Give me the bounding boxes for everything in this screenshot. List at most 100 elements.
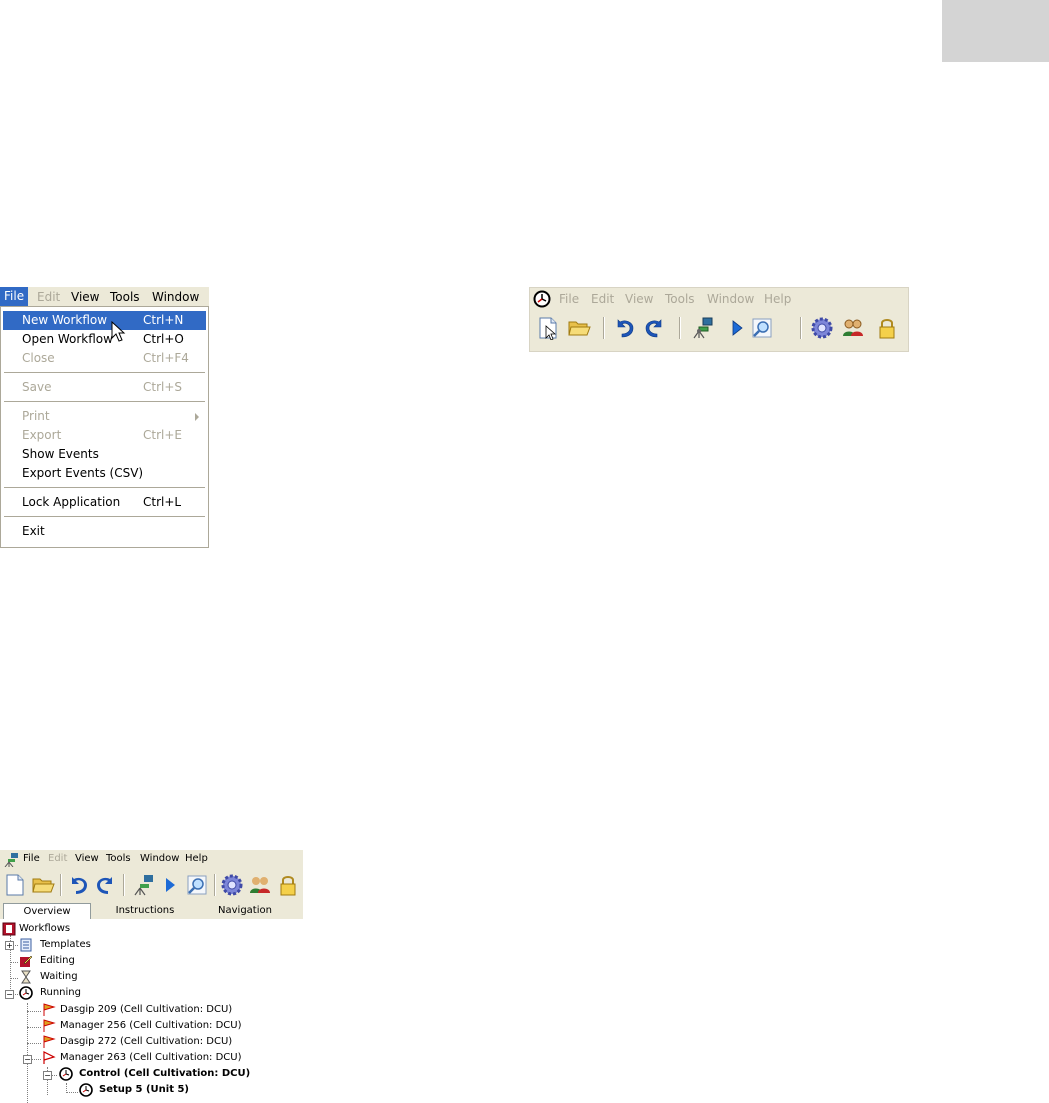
tree-expander-minus[interactable]: − (43, 1071, 52, 1080)
editing-pencil-icon (20, 955, 33, 967)
toolbar-separator (123, 874, 125, 896)
new-document-icon[interactable] (3, 873, 27, 897)
menu-item-new-workflow[interactable]: New Workflow Ctrl+N (3, 311, 206, 330)
workflow-tree: Workflows + Templates Editing Waiting − … (0, 921, 303, 1103)
tab-overview[interactable]: Overview (3, 903, 91, 919)
workflow-running-flag-icon (43, 1051, 56, 1064)
toolbar-panel-screenshot: File Edit View Tools Window Help (529, 287, 909, 352)
tree-guide (27, 1043, 41, 1044)
gear-icon[interactable] (220, 873, 244, 897)
users-icon[interactable] (248, 873, 272, 897)
play-icon[interactable] (158, 873, 182, 897)
tree-item-running[interactable]: Running (40, 985, 81, 1001)
lock-icon[interactable] (276, 873, 300, 897)
view-tabs: Overview Instructions Navigation (0, 902, 303, 919)
gear-icon[interactable] (810, 316, 834, 340)
menubar: File Edit View Tools Window Help (530, 288, 908, 310)
menu-file[interactable]: File (0, 287, 29, 306)
running-clock-icon (19, 986, 33, 1000)
menu-help[interactable]: Help (185, 853, 208, 864)
new-document-icon[interactable] (536, 316, 560, 340)
menubar: File Edit View Tools Window (0, 287, 209, 306)
toolbar-separator (60, 874, 62, 896)
app-network-icon (4, 853, 18, 867)
undo-icon[interactable] (66, 873, 90, 897)
menu-item-open-workflow[interactable]: Open Workflow Ctrl+O (3, 330, 206, 349)
tree-item-setup-5[interactable]: Setup 5 (Unit 5) (99, 1082, 189, 1098)
workflows-book-icon (2, 922, 16, 936)
open-folder-icon[interactable] (567, 316, 591, 340)
menu-separator (4, 372, 205, 373)
menu-tools[interactable]: Tools (106, 853, 131, 864)
tree-item-manager-263[interactable]: Manager 263 (Cell Cultivation: DCU) (60, 1050, 242, 1066)
network-monitor-icon[interactable] (690, 316, 714, 340)
menu-item-print[interactable]: Print (3, 407, 206, 426)
menu-separator (4, 516, 205, 517)
menu-item-save[interactable]: Save Ctrl+S (3, 378, 206, 397)
workflow-flag-icon (43, 1019, 56, 1032)
tree-guide (66, 1092, 78, 1093)
menu-file[interactable]: File (559, 292, 579, 306)
toolbar-separator (603, 317, 605, 339)
tree-item-dasgip-272[interactable]: Dasgip 272 (Cell Cultivation: DCU) (60, 1034, 232, 1050)
lock-icon[interactable] (875, 316, 899, 340)
menu-separator (4, 487, 205, 488)
tree-expander-minus[interactable]: − (23, 1055, 32, 1064)
menu-window[interactable]: Window (152, 290, 199, 304)
menu-file[interactable]: File (23, 853, 40, 864)
menu-tools[interactable]: Tools (110, 290, 140, 304)
workflow-flag-icon (43, 1035, 56, 1048)
menu-separator (4, 401, 205, 402)
open-folder-icon[interactable] (31, 873, 55, 897)
menu-item-export-events-csv[interactable]: Export Events (CSV) (3, 464, 206, 483)
menu-item-close[interactable]: Close Ctrl+F4 (3, 349, 206, 368)
toolbar-separator (800, 317, 802, 339)
file-dropdown: New Workflow Ctrl+N Open Workflow Ctrl+O… (0, 306, 209, 548)
running-clock-icon (79, 1083, 93, 1097)
menu-help[interactable]: Help (764, 292, 791, 306)
tree-guide (10, 962, 18, 963)
tree-guide (27, 1003, 28, 1103)
tab-navigation[interactable]: Navigation (205, 903, 285, 918)
inspect-magnifier-icon[interactable] (185, 873, 209, 897)
menu-view[interactable]: View (71, 290, 99, 304)
tree-item-waiting[interactable]: Waiting (40, 969, 78, 985)
menu-view[interactable]: View (75, 853, 99, 864)
menu-window[interactable]: Window (707, 292, 754, 306)
tree-item-manager-256[interactable]: Manager 256 (Cell Cultivation: DCU) (60, 1018, 242, 1034)
play-icon[interactable] (725, 316, 749, 340)
running-clock-icon (59, 1067, 73, 1081)
page-corner-tab (942, 0, 1049, 62)
mouse-cursor-icon (111, 321, 126, 342)
menu-item-lock-application[interactable]: Lock Application Ctrl+L (3, 493, 206, 512)
submenu-arrow-icon (195, 413, 199, 421)
tree-item-dasgip-209[interactable]: Dasgip 209 (Cell Cultivation: DCU) (60, 1002, 232, 1018)
undo-icon[interactable] (612, 316, 636, 340)
tree-guide (27, 1027, 41, 1028)
tree-item-editing[interactable]: Editing (40, 953, 75, 969)
menu-item-exit[interactable]: Exit (3, 522, 206, 541)
redo-icon[interactable] (94, 873, 118, 897)
templates-icon (20, 938, 32, 952)
menu-edit[interactable]: Edit (37, 290, 60, 304)
workflow-app-screenshot: File Edit View Tools Window Help Overvie… (0, 850, 303, 1103)
menu-edit[interactable]: Edit (48, 853, 67, 864)
redo-icon[interactable] (643, 316, 667, 340)
tree-item-control[interactable]: Control (Cell Cultivation: DCU) (79, 1066, 250, 1082)
menu-item-export[interactable]: Export Ctrl+E (3, 426, 206, 445)
menu-view[interactable]: View (625, 292, 653, 306)
users-icon[interactable] (841, 316, 865, 340)
menu-item-show-events[interactable]: Show Events (3, 445, 206, 464)
menu-edit[interactable]: Edit (591, 292, 614, 306)
menu-tools[interactable]: Tools (665, 292, 695, 306)
tree-expander-minus[interactable]: − (5, 990, 14, 999)
tree-item-templates[interactable]: Templates (40, 937, 91, 953)
menu-window[interactable]: Window (140, 853, 179, 864)
tree-expander-plus[interactable]: + (5, 941, 14, 950)
hourglass-icon (21, 970, 31, 984)
inspect-magnifier-icon[interactable] (750, 316, 774, 340)
tab-instructions[interactable]: Instructions (105, 903, 185, 918)
tree-item-workflows[interactable]: Workflows (19, 921, 70, 937)
toolbar (0, 868, 303, 902)
network-monitor-icon[interactable] (131, 873, 155, 897)
